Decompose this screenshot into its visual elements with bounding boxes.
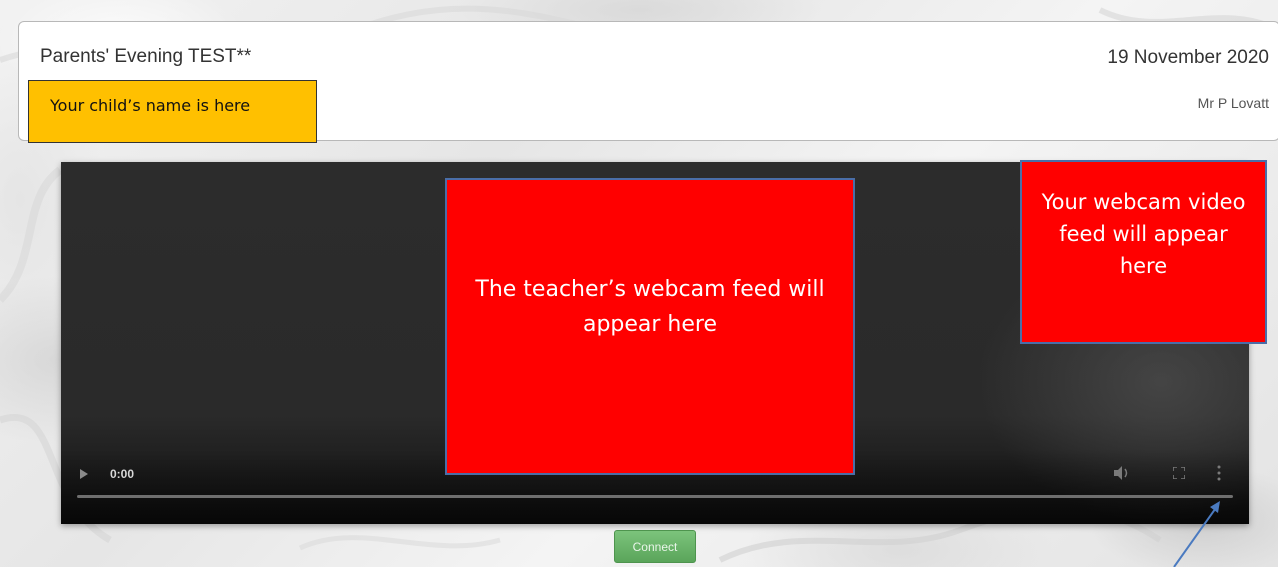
video-time-display: 0:00 [110,467,135,481]
teacher-name: Mr P Lovatt [1197,95,1269,111]
own-feed-callout: Your webcam video feed will appear here [1020,160,1267,344]
connect-button[interactable]: Connect [614,530,696,563]
fullscreen-icon[interactable] [1173,467,1185,479]
event-title: Parents' Evening TEST** [40,46,252,67]
teacher-feed-callout-text: The teacher’s webcam feed will appear he… [475,276,825,337]
more-options-icon[interactable] [1217,465,1221,481]
event-date: 19 November 2020 [1107,47,1269,68]
volume-icon[interactable] [1113,465,1131,481]
teacher-feed-callout: The teacher’s webcam feed will appear he… [445,178,855,475]
child-name-callout: Your child’s name is here [28,80,317,143]
arrow-pointer-icon [1173,501,1220,567]
play-icon[interactable] [80,469,88,479]
video-progress-track[interactable] [77,495,1233,498]
